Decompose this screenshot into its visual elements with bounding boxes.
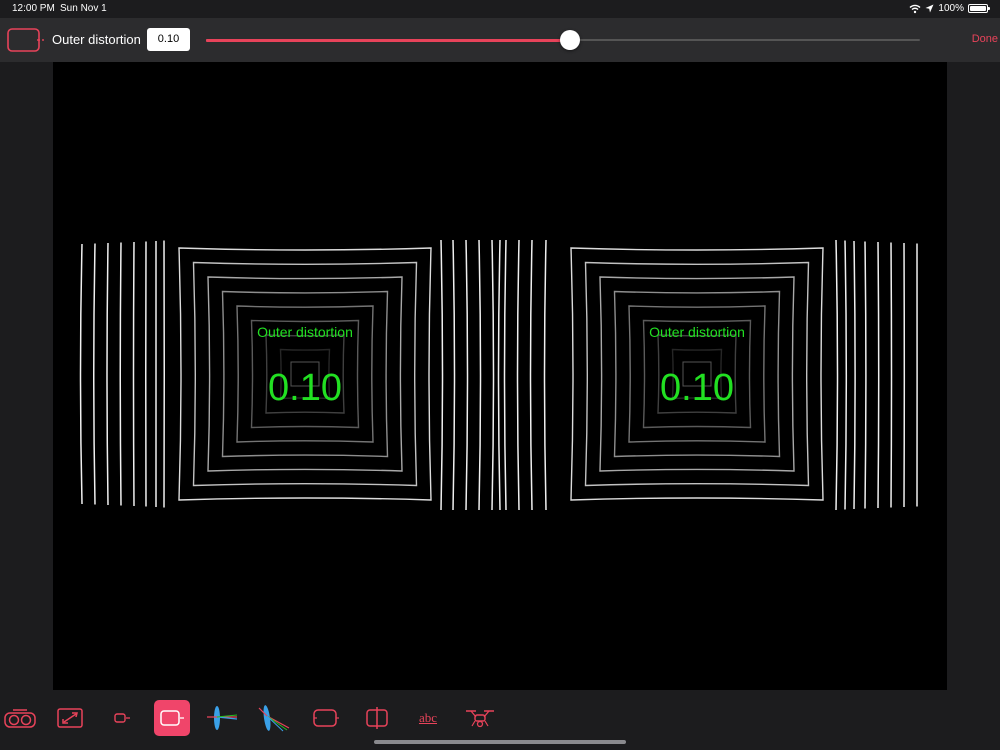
split-screen-tool[interactable]: [359, 700, 395, 736]
split-screen-icon: [366, 707, 388, 729]
drone-icon: [466, 710, 494, 728]
right-eye-value: 0.10: [660, 367, 734, 409]
scale-tool[interactable]: [52, 700, 88, 736]
parameter-slider[interactable]: [206, 30, 920, 50]
screen-frame-icon: [313, 709, 339, 727]
slider-filled-track: [206, 39, 570, 42]
inner-distortion-tool[interactable]: [104, 700, 140, 736]
vr-goggles-icon: [4, 709, 36, 728]
top-toolbar: Outer distortion 0.10 Done: [0, 18, 1000, 62]
chromatic-aberration-icon: [258, 705, 290, 732]
left-eye-value: 0.10: [268, 367, 342, 409]
right-eye-label: Outer distortion: [649, 324, 745, 340]
status-bar: 12:00 PM Sun Nov 1 100%: [0, 0, 1000, 18]
text-tool-label: abc: [418, 710, 438, 725]
parameter-value-field[interactable]: 0.10: [147, 28, 190, 51]
outer-distortion-tool[interactable]: [154, 700, 190, 736]
stereo-preview-viewport: Outer distortion 0.10 Outer distortion 0…: [53, 62, 947, 690]
left-eye-label: Outer distortion: [257, 324, 353, 340]
lens-chromatic-tool[interactable]: [256, 700, 292, 736]
bottom-toolbar: abc: [0, 690, 1000, 750]
home-indicator[interactable]: [374, 740, 626, 744]
lens-blue-tool[interactable]: [204, 700, 240, 736]
parameter-label: Outer distortion: [52, 32, 141, 47]
small-lens-icon: [114, 713, 130, 723]
status-time: 12:00 PM: [12, 3, 55, 14]
done-button[interactable]: Done: [972, 33, 998, 45]
status-right: 100%: [909, 3, 990, 14]
text-tool[interactable]: abc: [410, 700, 446, 736]
large-lens-icon: [160, 710, 184, 726]
outer-distortion-mode-icon[interactable]: [6, 27, 46, 53]
status-date: Sun Nov 1: [60, 3, 107, 14]
location-icon: [925, 4, 934, 13]
slider-thumb[interactable]: [560, 30, 580, 50]
drone-tool[interactable]: [462, 700, 498, 736]
wifi-icon: [909, 4, 921, 13]
headset-tool[interactable]: [2, 700, 38, 736]
resize-diagonal-icon: [57, 708, 83, 728]
battery-percent: 100%: [938, 3, 964, 14]
distortion-grid: [79, 239, 918, 511]
lens-refraction-icon: [207, 706, 238, 730]
screen-tool[interactable]: [308, 700, 344, 736]
battery-icon: [968, 4, 990, 13]
